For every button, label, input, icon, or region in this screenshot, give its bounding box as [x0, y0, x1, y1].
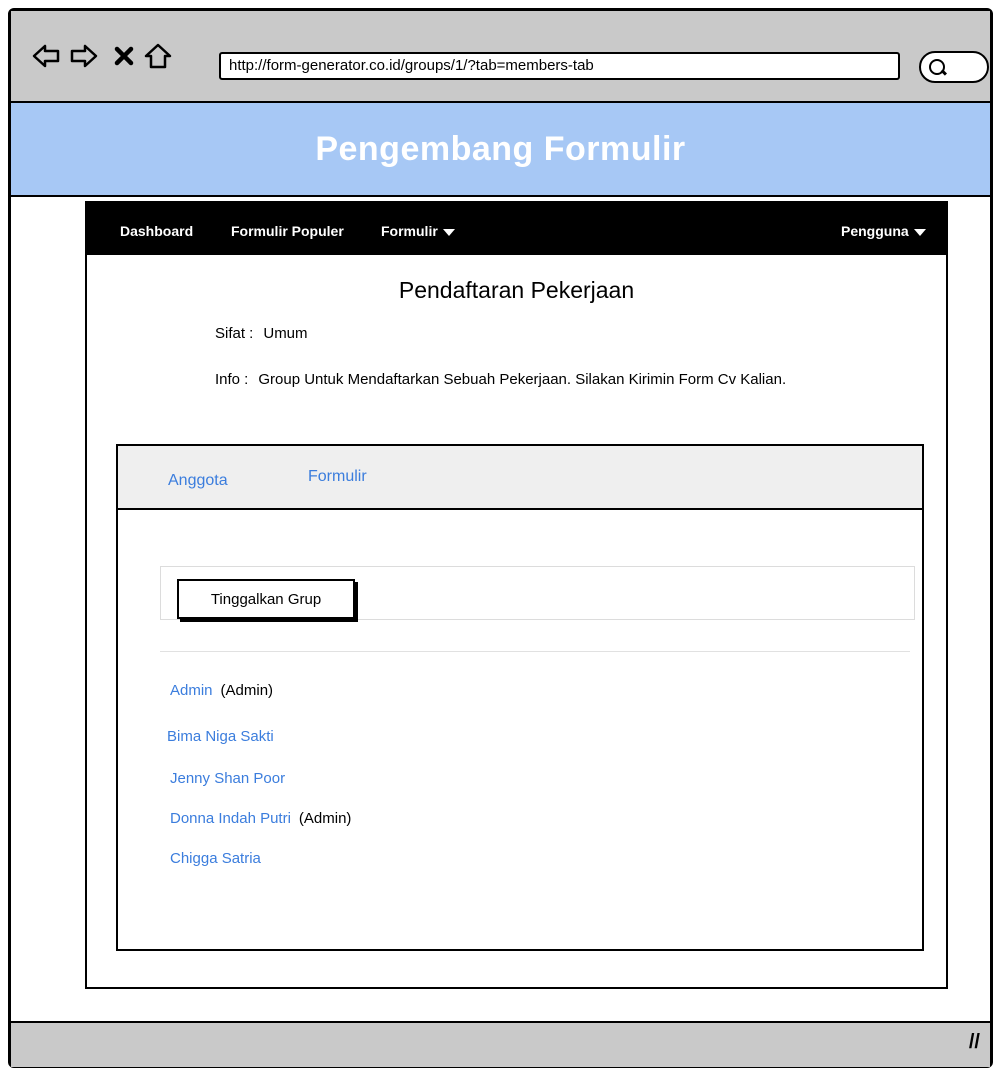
- close-icon[interactable]: [109, 41, 139, 71]
- nav-item-formulir[interactable]: Formulir: [381, 223, 455, 239]
- member-role: (Admin): [298, 810, 352, 827]
- member-name[interactable]: Bima Niga Sakti: [167, 728, 274, 745]
- nav-item-pengguna-label: Pengguna: [841, 223, 909, 239]
- info-value: Group Untuk Mendaftarkan Sebuah Pekerjaa…: [258, 371, 787, 388]
- leave-group-row: Tinggalkan Grup: [160, 566, 915, 620]
- group-nature: Sifat : Umum: [215, 325, 308, 342]
- chevron-down-icon: [913, 228, 926, 236]
- forward-icon[interactable]: [69, 41, 99, 71]
- nature-label: Sifat :: [215, 325, 254, 342]
- page-title: Pendaftaran Pekerjaan: [398, 277, 635, 303]
- nav-item-pengguna[interactable]: Pengguna: [841, 223, 926, 239]
- member-role: (Admin): [220, 682, 274, 699]
- nature-value: Umum: [263, 325, 308, 342]
- main-navbar: Dashboard Formulir Populer Formulir Peng…: [85, 201, 948, 263]
- browser-window: http://form-generator.co.id/groups/1/?ta…: [8, 8, 993, 1068]
- list-item: Donna Indah Putri (Admin): [170, 810, 351, 827]
- list-item: Admin (Admin): [170, 682, 273, 699]
- tab-bar: Anggota Formulir: [118, 446, 922, 510]
- back-icon[interactable]: [31, 41, 61, 71]
- site-title: Pengembang Formulir: [315, 129, 686, 168]
- nav-item-dashboard[interactable]: Dashboard: [120, 223, 193, 239]
- search-box[interactable]: [919, 51, 989, 83]
- member-name[interactable]: Jenny Shan Poor: [170, 770, 285, 787]
- resize-grip-icon[interactable]: //: [969, 1031, 980, 1054]
- leave-group-button[interactable]: Tinggalkan Grup: [177, 579, 355, 619]
- member-name[interactable]: Chigga Satria: [170, 850, 261, 867]
- nav-item-formulir-label: Formulir: [381, 223, 438, 239]
- chevron-down-icon: [442, 228, 455, 236]
- nav-item-formulir-populer[interactable]: Formulir Populer: [231, 223, 344, 239]
- tab-anggota[interactable]: Anggota: [168, 472, 228, 490]
- site-banner: Pengembang Formulir: [11, 103, 990, 197]
- browser-toolbar: http://form-generator.co.id/groups/1/?ta…: [11, 11, 990, 103]
- list-item: Jenny Shan Poor: [170, 770, 285, 787]
- group-info: Info : Group Untuk Mendaftarkan Sebuah Pe…: [215, 371, 786, 388]
- address-bar[interactable]: http://form-generator.co.id/groups/1/?ta…: [219, 52, 900, 80]
- info-label: Info :: [215, 371, 249, 388]
- tab-panel: Anggota Formulir Tinggalkan Grup Admin (A…: [116, 444, 924, 951]
- member-name[interactable]: Donna Indah Putri: [170, 810, 291, 827]
- divider: [160, 651, 910, 652]
- search-icon: [929, 59, 945, 75]
- list-item: Bima Niga Sakti: [167, 728, 274, 745]
- member-name[interactable]: Admin: [170, 682, 213, 699]
- tab-formulir[interactable]: Formulir: [308, 468, 367, 486]
- home-icon[interactable]: [143, 41, 173, 71]
- browser-statusbar: //: [11, 1021, 990, 1067]
- list-item: Chigga Satria: [170, 850, 261, 867]
